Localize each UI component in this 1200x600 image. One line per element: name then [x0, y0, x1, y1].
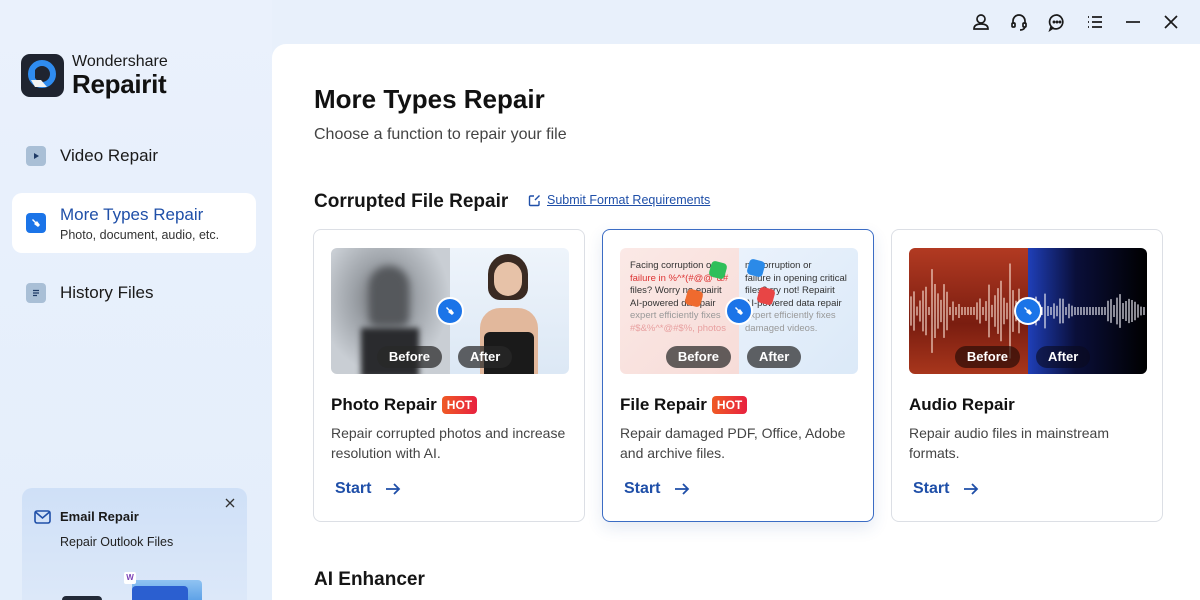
start-label: Start — [624, 480, 661, 497]
photo-repair-card[interactable]: Before After Photo Repair HOT Repair cor… — [313, 229, 585, 522]
after-label: After — [458, 346, 513, 368]
section-title-corrupted-file-repair: Corrupted File Repair — [314, 191, 509, 212]
word-badge-icon: W — [124, 572, 136, 584]
brand-name: Wondershare — [72, 53, 168, 70]
sidebar-item-history-files[interactable]: History Files — [12, 278, 256, 308]
wrench-icon — [26, 213, 46, 233]
promo-title: Email Repair — [60, 509, 139, 524]
chat-icon — [1048, 14, 1064, 32]
card-title: File Repair — [620, 395, 707, 414]
close-button[interactable] — [1152, 3, 1190, 41]
repairit-logo-icon — [21, 54, 64, 97]
hot-badge: HOT — [441, 396, 478, 414]
window-titlebar — [962, 0, 1200, 44]
promo-subtitle: Repair Outlook Files — [60, 535, 174, 549]
sidebar-item-label: History Files — [60, 283, 154, 302]
video-icon — [26, 146, 46, 166]
list-menu-icon — [1088, 16, 1102, 28]
arrow-right-icon — [386, 483, 401, 495]
after-label: After — [1036, 346, 1091, 368]
sidebar-item-sublabel: Photo, document, audio, etc. — [60, 227, 220, 242]
minimize-button[interactable] — [1114, 3, 1152, 41]
page-subtitle: Choose a function to repair your file — [314, 126, 567, 143]
audio-repair-card[interactable]: Before After Audio Repair Repair audio f… — [891, 229, 1163, 522]
card-description: Repair damaged PDF, Office, Adobe and ar… — [620, 425, 846, 461]
arrow-right-icon — [675, 483, 690, 495]
start-label: Start — [913, 480, 950, 497]
minimize-icon — [1126, 21, 1140, 23]
file-repair-start-button[interactable]: Start — [624, 480, 690, 498]
start-label: Start — [335, 480, 372, 497]
sidebar-item-more-types-repair[interactable]: More Types Repair Photo, document, audio… — [12, 193, 256, 253]
page-title: More Types Repair — [314, 84, 545, 114]
email-repair-promo[interactable]: Email Repair Repair Outlook Files W — [22, 488, 247, 600]
sidebar: Wondershare Repairit Video Repair More T… — [0, 0, 272, 600]
sidebar-item-label: Video Repair — [60, 146, 158, 165]
before-label: Before — [376, 346, 442, 368]
before-label: Before — [954, 346, 1020, 368]
promo-illustration-device — [62, 596, 102, 600]
card-title: Photo Repair — [331, 395, 437, 414]
arrow-right-icon — [964, 483, 979, 495]
headset-icon — [1011, 14, 1027, 31]
card-description: Repair corrupted photos and increase res… — [331, 425, 566, 461]
photo-repair-start-button[interactable]: Start — [335, 480, 401, 498]
close-icon[interactable] — [223, 496, 237, 510]
menu-button[interactable] — [1076, 3, 1114, 41]
document-list-icon — [26, 283, 46, 303]
promo-illustration-outlook — [132, 586, 188, 600]
after-label: After — [747, 346, 802, 368]
photo-repair-preview: Before After — [331, 248, 569, 374]
mail-icon — [34, 510, 51, 529]
sidebar-item-label: More Types Repair — [60, 204, 204, 224]
audio-repair-preview: Before After — [909, 248, 1147, 374]
main-panel: More Types Repair Choose a function to r… — [272, 44, 1200, 600]
audio-repair-start-button[interactable]: Start — [913, 480, 979, 498]
submit-format-requirements-link[interactable]: Submit Format Requirements — [528, 193, 710, 207]
before-label: Before — [665, 346, 731, 368]
account-button[interactable] — [962, 3, 1000, 41]
card-description: Repair audio files in mainstream formats… — [909, 425, 1109, 461]
sidebar-item-video-repair[interactable]: Video Repair — [12, 141, 256, 171]
feedback-button[interactable] — [1038, 3, 1076, 41]
user-icon — [973, 14, 989, 30]
app-logo: Wondershare Repairit — [21, 54, 168, 97]
file-repair-preview: Facing corruption o failure in %^*(#@@*&… — [620, 248, 858, 374]
edit-icon — [528, 194, 540, 206]
wrench-icon — [725, 297, 753, 325]
card-title: Audio Repair — [909, 395, 1015, 414]
file-repair-card[interactable]: Facing corruption o failure in %^*(#@@*&… — [602, 229, 874, 522]
hot-badge: HOT — [711, 396, 748, 414]
product-name: Repairit — [72, 69, 167, 99]
support-button[interactable] — [1000, 3, 1038, 41]
wrench-icon — [1014, 297, 1042, 325]
submit-format-requirements-label: Submit Format Requirements — [547, 193, 711, 207]
section-title-ai-enhancer: AI Enhancer — [314, 569, 425, 590]
close-icon — [1164, 15, 1178, 29]
wrench-icon — [436, 297, 464, 325]
